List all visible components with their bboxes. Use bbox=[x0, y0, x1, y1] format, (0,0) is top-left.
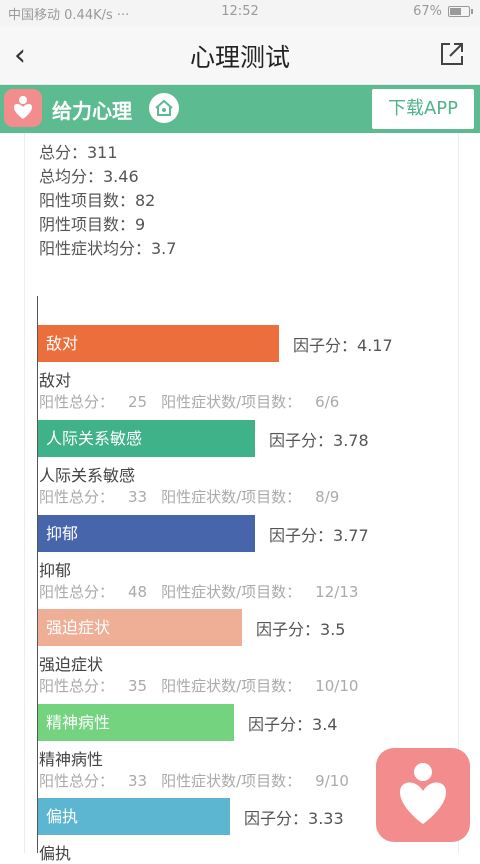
battery-icon bbox=[448, 6, 473, 17]
factor-score: 因子分：3.4 bbox=[248, 715, 338, 734]
app-banner: 给力心理 下载APP bbox=[0, 85, 480, 133]
factor-name: 精神病性 bbox=[39, 750, 104, 769]
factor-name: 偏执 bbox=[39, 844, 72, 863]
page-title: 心理测试 bbox=[189, 43, 290, 72]
status-time: 12:52 bbox=[221, 4, 259, 19]
factor-detail: 阳性总分： 25 阳性症状数/项目数： 6/6 bbox=[39, 393, 340, 411]
home-icon bbox=[149, 93, 179, 123]
factor-name: 人际关系敏感 bbox=[39, 466, 136, 485]
summary-block: 总分：311 总均分：3.46 阳性项目数：82 阴性项目数：9 阳性症状均分：… bbox=[39, 141, 176, 261]
status-right: 67% bbox=[413, 4, 473, 19]
factor-bar: 敌对 bbox=[38, 325, 279, 362]
factor-score: 因子分：3.77 bbox=[269, 526, 369, 545]
factor-name: 敌对 bbox=[39, 371, 72, 390]
heart-person-icon bbox=[400, 763, 446, 824]
download-app-button[interactable]: 下载APP bbox=[372, 89, 474, 129]
positive-average: 阳性症状均分：3.7 bbox=[39, 239, 177, 258]
total-score: 总分：311 bbox=[39, 143, 118, 162]
factor-detail: 阳性总分： 33 阳性症状数/项目数： 9/10 bbox=[39, 772, 349, 790]
share-icon[interactable] bbox=[438, 40, 466, 68]
factor-detail: 阳性总分： 35 阳性症状数/项目数： 10/10 bbox=[39, 677, 359, 695]
status-bar: 中国移动 0.44K/s ··· 12:52 67% bbox=[0, 0, 480, 26]
factor-score: 因子分：3.78 bbox=[269, 431, 369, 450]
factor-bar: 人际关系敏感 bbox=[38, 420, 255, 457]
factor-score: 因子分：3.5 bbox=[256, 620, 346, 639]
factor-detail: 阳性总分： 33 阳性症状数/项目数： 8/9 bbox=[39, 488, 340, 506]
factor-bar: 精神病性 bbox=[38, 704, 234, 741]
average-score: 总均分：3.46 bbox=[39, 167, 139, 186]
factor-score: 因子分：4.17 bbox=[293, 336, 393, 355]
chart-axis bbox=[37, 296, 38, 853]
factor-name: 抑郁 bbox=[39, 561, 72, 580]
factor-detail: 阳性总分： 48 阳性症状数/项目数： 12/13 bbox=[39, 583, 359, 601]
battery-percent: 67% bbox=[413, 4, 442, 19]
factor-bar: 偏执 bbox=[38, 798, 230, 835]
app-logo bbox=[4, 89, 42, 127]
factor-name: 强迫症状 bbox=[39, 655, 104, 674]
floating-app-button[interactable] bbox=[376, 748, 470, 842]
positive-items: 阳性项目数：82 bbox=[39, 191, 156, 210]
title-bar: ‹ 心理测试 bbox=[0, 26, 480, 85]
heart-person-icon bbox=[14, 96, 32, 119]
factor-bar: 强迫症状 bbox=[38, 609, 242, 646]
factor-score: 因子分：3.33 bbox=[244, 809, 344, 828]
factor-bar: 抑郁 bbox=[38, 515, 255, 552]
brand-name: 给力心理 bbox=[52, 99, 132, 123]
battery-fill bbox=[450, 8, 461, 15]
negative-items: 阴性项目数：9 bbox=[39, 215, 146, 234]
